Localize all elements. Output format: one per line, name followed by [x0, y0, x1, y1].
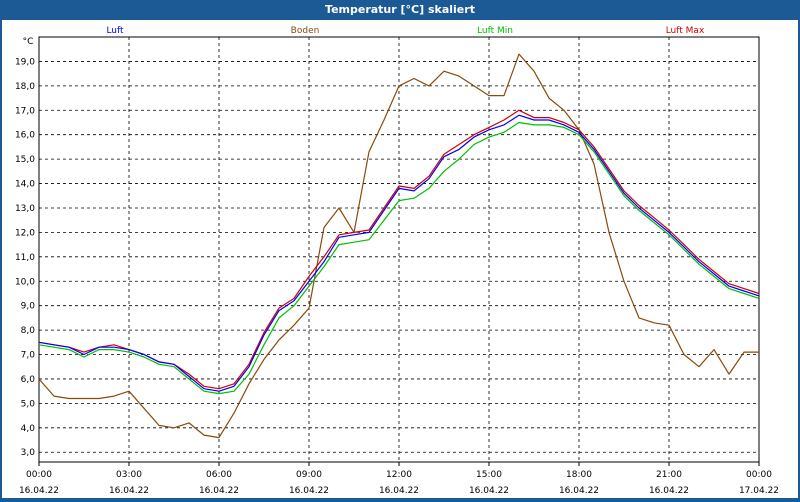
- y-tick-label: 6,0: [21, 375, 36, 385]
- y-tick-label: 14,0: [15, 180, 35, 190]
- x-tick-date: 17.04.22: [739, 486, 779, 496]
- x-tick-date: 16.04.22: [379, 486, 419, 496]
- y-tick-label: 4,0: [21, 424, 36, 434]
- y-tick-label: 10,0: [15, 277, 35, 287]
- x-tick-time: 12:00: [386, 470, 412, 480]
- x-tick-time: 18:00: [566, 470, 592, 480]
- x-tick-time: 00:00: [746, 470, 772, 480]
- window-title: Temperatur [°C] skaliert: [325, 3, 475, 16]
- x-tick-date: 16.04.22: [469, 486, 509, 496]
- y-tick-label: 13,0: [15, 204, 35, 214]
- y-tick-label: 12,0: [15, 228, 35, 238]
- x-tick-time: 21:00: [656, 470, 682, 480]
- y-tick-label: 3,0: [21, 448, 36, 458]
- chart-window: Temperatur [°C] skaliert 3,0 4,0 5,0 6,0 7,0…: [0, 0, 800, 500]
- chart-panel: 3,0 4,0 5,0 6,0 7,0 8,0 9,0 10,0 11,0 12,0 13,0 14,…: [2, 20, 798, 498]
- legend-entry: Luft Max: [666, 26, 705, 36]
- y-tick-label: 11,0: [15, 253, 35, 263]
- y-tick-label: 18,0: [15, 82, 35, 92]
- x-tick-time: 15:00: [476, 470, 502, 480]
- y-tick-label: 7,0: [21, 351, 36, 361]
- y-tick-label: 9,0: [21, 302, 36, 312]
- y-tick-label: 17,0: [15, 106, 35, 116]
- x-tick-time: 03:00: [116, 470, 142, 480]
- y-tick-label: 19,0: [15, 57, 35, 67]
- x-tick-date: 16.04.22: [559, 486, 599, 496]
- x-tick-time: 09:00: [296, 470, 322, 480]
- x-tick-date: 16.04.22: [289, 486, 329, 496]
- y-tick-label: 8,0: [21, 326, 36, 336]
- y-tick-label: 5,0: [21, 399, 36, 409]
- x-tick-time: 00:00: [26, 470, 52, 480]
- x-tick-date: 16.04.22: [19, 486, 59, 496]
- y-axis-unit: °C: [23, 37, 34, 47]
- temperature-chart: 3,0 4,0 5,0 6,0 7,0 8,0 9,0 10,0 11,0 12,0 13,0 14,…: [15, 26, 779, 496]
- y-tick-label: 16,0: [15, 131, 35, 141]
- legend-entry: Boden: [291, 26, 320, 36]
- x-tick-time: 06:00: [206, 470, 232, 480]
- legend-entry: Luft Min: [477, 26, 513, 36]
- x-tick-date: 16.04.22: [109, 486, 149, 496]
- legend-entry: Luft: [106, 26, 124, 36]
- x-tick-date: 16.04.22: [649, 486, 689, 496]
- x-tick-date: 16.04.22: [199, 486, 239, 496]
- y-tick-label: 15,0: [15, 155, 35, 165]
